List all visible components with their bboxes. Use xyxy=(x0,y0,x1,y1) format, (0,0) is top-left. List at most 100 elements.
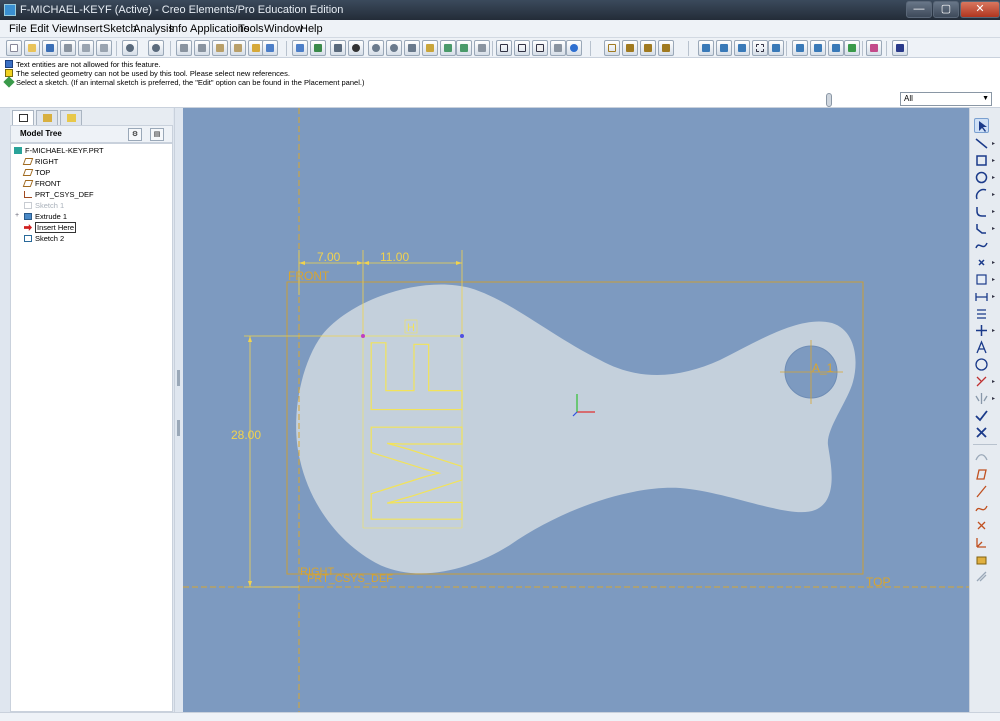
menu-help[interactable]: Help xyxy=(300,23,323,35)
rectangle-tool-icon[interactable] xyxy=(974,153,989,168)
point-display-icon[interactable] xyxy=(640,40,656,56)
mirror-tool-icon[interactable] xyxy=(974,391,989,406)
send-email-icon[interactable] xyxy=(78,40,94,56)
tree-item-top[interactable]: TOP xyxy=(22,168,50,177)
datum-plane-tool-icon[interactable] xyxy=(792,40,808,56)
spin-center-icon[interactable] xyxy=(310,40,326,56)
tree-settings-icon[interactable]: ⚙ xyxy=(128,128,142,141)
line-flyout-icon[interactable]: ▸ xyxy=(992,140,995,147)
print-icon[interactable] xyxy=(60,40,76,56)
axis-display-icon[interactable] xyxy=(622,40,638,56)
send-link-icon[interactable] xyxy=(96,40,112,56)
sketch-toggle-icon[interactable] xyxy=(698,40,714,56)
line-tool-icon[interactable] xyxy=(974,136,989,151)
plane-display-icon[interactable] xyxy=(604,40,620,56)
hidden-line-icon[interactable] xyxy=(514,40,530,56)
graphics-window[interactable]: 7.00 11.00 28.00 MF H A_1 FRONT RIGHT PR… xyxy=(183,108,969,712)
chamfer-tool-icon[interactable] xyxy=(974,221,989,236)
spline-tool-icon[interactable] xyxy=(974,238,989,253)
paste-icon[interactable] xyxy=(212,40,228,56)
menu-analysis[interactable]: Analysis xyxy=(133,23,174,35)
circle-flyout-icon[interactable]: ▸ xyxy=(992,174,995,181)
tree-item-front[interactable]: FRONT xyxy=(22,179,61,188)
tab-model-tree[interactable] xyxy=(12,110,34,125)
selection-box-icon[interactable] xyxy=(262,40,278,56)
reorient-icon[interactable] xyxy=(422,40,438,56)
datum-axis-tool-icon[interactable] xyxy=(974,484,989,499)
shading-icon[interactable] xyxy=(550,40,566,56)
redo-icon[interactable] xyxy=(148,40,164,56)
menu-info[interactable]: Info xyxy=(169,23,187,35)
use-edge-tool-icon[interactable] xyxy=(974,272,989,287)
context-help-icon[interactable] xyxy=(892,40,908,56)
saved-views-icon[interactable] xyxy=(440,40,456,56)
grid-display-icon[interactable] xyxy=(752,40,768,56)
tree-item-sketch-1[interactable]: Sketch 1 xyxy=(24,201,64,210)
tree-item-sketch-2[interactable]: Sketch 2 xyxy=(24,234,64,243)
orient-mode-icon[interactable] xyxy=(330,40,346,56)
show-menu-icon[interactable]: ▤ xyxy=(150,128,164,141)
constraint-horizontal[interactable]: H xyxy=(407,322,415,334)
fillet-tool-icon[interactable] xyxy=(974,204,989,219)
tree-item-csys[interactable]: PRT_CSYS_DEF xyxy=(24,190,94,199)
menu-view[interactable]: View xyxy=(52,23,76,35)
constraint-display-icon[interactable] xyxy=(734,40,750,56)
display-style-icon[interactable] xyxy=(348,40,364,56)
palette-tool-icon[interactable] xyxy=(974,357,989,372)
fillet-flyout-icon[interactable]: ▸ xyxy=(992,208,995,215)
menu-sketch[interactable]: Sketch xyxy=(103,23,137,35)
dimension-display-icon[interactable] xyxy=(716,40,732,56)
tree-item-extrude-1[interactable]: Extrude 1 xyxy=(24,212,67,221)
tree-item-insert-here[interactable]: Insert Here xyxy=(24,222,77,233)
tab-folder-browser[interactable] xyxy=(36,110,58,125)
datum-axis-tool-icon[interactable] xyxy=(810,40,826,56)
point-flyout-icon[interactable]: ▸ xyxy=(992,259,995,266)
new-file-icon[interactable] xyxy=(6,40,22,56)
maximize-button[interactable]: ▢ xyxy=(933,1,959,18)
tab-favorites[interactable] xyxy=(60,110,82,125)
no-hidden-icon[interactable] xyxy=(532,40,548,56)
datum-offset-icon[interactable] xyxy=(974,569,989,584)
datum-point-tool-icon[interactable] xyxy=(974,518,989,533)
datum-curve-icon[interactable] xyxy=(974,450,989,465)
zoom-out-icon[interactable] xyxy=(386,40,402,56)
selection-filter-select[interactable]: All ▼ xyxy=(900,92,992,106)
menu-tools[interactable]: Tools xyxy=(238,23,264,35)
menu-insert[interactable]: Insert xyxy=(75,23,103,35)
enhanced-realism-icon[interactable] xyxy=(566,40,582,56)
datum-csys-tool-icon[interactable] xyxy=(974,535,989,550)
sketched-curve-icon[interactable] xyxy=(974,501,989,516)
undo-icon[interactable] xyxy=(122,40,138,56)
chamfer-flyout-icon[interactable]: ▸ xyxy=(992,225,995,232)
splitter-grip[interactable] xyxy=(177,370,180,386)
refit-icon[interactable] xyxy=(404,40,420,56)
datum-plane-tool-icon[interactable] xyxy=(974,467,989,482)
minimize-button[interactable]: — xyxy=(906,1,932,18)
save-icon[interactable] xyxy=(42,40,58,56)
layers-icon[interactable] xyxy=(456,40,472,56)
accept-check-icon[interactable] xyxy=(974,408,989,423)
vertex-display-icon[interactable] xyxy=(768,40,784,56)
open-file-icon[interactable] xyxy=(24,40,40,56)
select-pointer-icon[interactable] xyxy=(974,118,989,133)
menu-edit[interactable]: Edit xyxy=(30,23,49,35)
text-anchor-point[interactable] xyxy=(361,334,365,338)
csys-display-icon[interactable] xyxy=(658,40,674,56)
expand-icon[interactable]: + xyxy=(15,212,19,219)
modify-tool-icon[interactable] xyxy=(974,306,989,321)
constraint-flyout-icon[interactable]: ▸ xyxy=(992,327,995,334)
cancel-x-icon[interactable] xyxy=(974,425,989,440)
datum-csys-tool-icon[interactable] xyxy=(844,40,860,56)
dimension-7[interactable]: 7.00 xyxy=(317,250,341,264)
tree-item-part[interactable]: F-MICHAEL-KEYF.PRT xyxy=(14,146,104,155)
dimension-28[interactable]: 28.00 xyxy=(231,428,261,442)
constraint-tool-icon[interactable] xyxy=(974,323,989,338)
wireframe-icon[interactable] xyxy=(496,40,512,56)
navigator-splitter[interactable] xyxy=(174,108,182,712)
arc-tool-icon[interactable] xyxy=(974,187,989,202)
datum-point-tool-icon[interactable] xyxy=(828,40,844,56)
view-manager-icon[interactable] xyxy=(474,40,490,56)
copy-icon[interactable] xyxy=(194,40,210,56)
text-tool-icon[interactable] xyxy=(974,340,989,355)
paste-special-icon[interactable] xyxy=(230,40,246,56)
